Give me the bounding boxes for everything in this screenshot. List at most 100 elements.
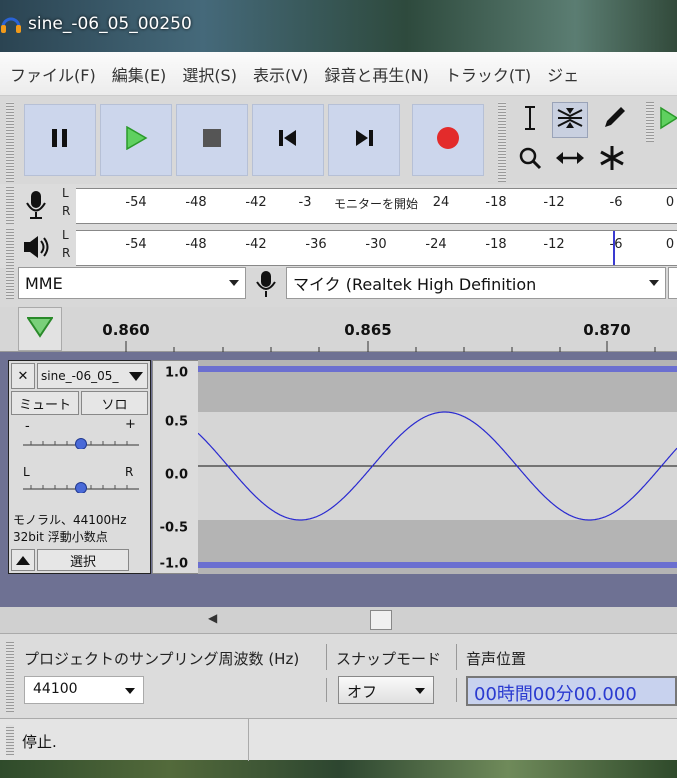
track-name: sine_-06_05_ [41, 369, 119, 383]
amplitude-label: -0.5 [159, 520, 188, 536]
track-name-menu[interactable]: sine_-06_05_ [37, 363, 148, 389]
pause-button[interactable] [24, 104, 96, 176]
status-bar: 停止. [0, 718, 677, 761]
timeline-ruler[interactable]: 0.860 0.865 0.870 [0, 307, 677, 352]
playback-meter-scale[interactable]: -54 -48 -42 -36 -30 -24 -18 -12 -6 0 [76, 230, 677, 266]
multi-tool-icon [598, 144, 626, 176]
record-button[interactable] [412, 104, 484, 176]
vertical-ruler[interactable]: 1.0 0.5 0.0 -0.5 -1.0 [152, 360, 199, 574]
title-bar: sine_-06_05_00250 [0, 6, 192, 42]
chevron-down-icon [129, 372, 143, 381]
meter-right-label: R [62, 246, 71, 260]
play-at-speed-button[interactable] [656, 102, 677, 138]
meter-tick: -30 [365, 237, 387, 252]
pan-left-label: L [23, 465, 30, 479]
meter-tick: -12 [543, 237, 565, 252]
meter-left-label: L [62, 228, 69, 242]
menu-file[interactable]: ファイル(F) [10, 62, 96, 86]
host-select[interactable]: MME [18, 267, 246, 299]
audacity-logo-icon [0, 13, 22, 35]
meter-left-label: L [62, 186, 69, 200]
selection-tool-button[interactable] [512, 102, 548, 138]
record-icon [436, 126, 460, 154]
play-button[interactable] [100, 104, 172, 176]
scroll-left-icon[interactable]: ◀ [208, 611, 217, 625]
selection-tool-icon [520, 105, 540, 135]
menu-bar: ファイル(F) 編集(E) 選択(S) 表示(V) 録音と再生(N) トラック(… [0, 52, 677, 96]
meter-tick: -12 [543, 195, 565, 210]
meter-tick: -24 [425, 237, 447, 252]
envelope-tool-icon [556, 104, 584, 136]
pause-icon [50, 128, 70, 152]
mute-button[interactable]: ミュート [11, 391, 79, 415]
horizontal-scrollbar[interactable]: ◀ [0, 607, 677, 633]
envelope-tool-button[interactable] [552, 102, 588, 138]
close-track-button[interactable]: ✕ [11, 363, 35, 389]
zoom-tool-icon [518, 146, 542, 174]
menu-view[interactable]: 表示(V) [253, 62, 308, 86]
record-meter-scale[interactable]: -54 -48 -42 -3 モニターを開始 24 -18 -12 -6 0 [76, 188, 677, 224]
meter-tick: -18 [485, 237, 507, 252]
menu-generate[interactable]: ジェ [547, 62, 579, 86]
chevron-down-icon [125, 688, 135, 694]
meter-right-label: R [62, 204, 71, 218]
close-icon: ✕ [17, 368, 29, 384]
select-track-button[interactable]: 選択 [37, 549, 129, 571]
ruler-tick-label: 0.865 [344, 321, 392, 339]
pan-right-label: R [125, 465, 134, 479]
toolbar-grip[interactable] [6, 102, 14, 182]
microphone-icon [254, 270, 278, 302]
chevron-down-icon [415, 688, 425, 694]
divider [326, 644, 327, 670]
selection-toolbar-grip[interactable] [6, 642, 14, 712]
timeshift-tool-button[interactable] [552, 142, 588, 178]
audio-position-display[interactable]: 00時間00分00.000 [466, 676, 677, 706]
project-rate-select[interactable]: 44100 [24, 676, 144, 704]
input-device-select[interactable]: マイク (Realtek High Definition [286, 267, 666, 299]
meter-tick: -18 [485, 195, 507, 210]
solo-button[interactable]: ソロ [81, 391, 148, 415]
amplitude-label: -1.0 [159, 556, 188, 572]
waveform-display[interactable] [197, 360, 677, 574]
play-at-speed-grip[interactable] [646, 102, 654, 142]
pan-slider[interactable] [23, 479, 139, 494]
divider [456, 678, 457, 702]
scrollbar-thumb[interactable] [370, 610, 392, 630]
microphone-icon[interactable] [24, 190, 48, 224]
multi-tool-button[interactable] [594, 142, 630, 178]
snap-mode-select[interactable]: オフ [338, 676, 434, 704]
menu-transport[interactable]: 録音と再生(N) [324, 62, 428, 86]
channels-select[interactable] [668, 267, 677, 299]
track-sample-format: 32bit 浮動小数点 [13, 530, 108, 544]
zoom-tool-button[interactable] [512, 142, 548, 178]
track-area: ✕ sine_-06_05_ ミュート ソロ - + L R モノラル、4410… [0, 352, 677, 607]
chevron-down-icon [649, 280, 659, 286]
device-grip[interactable] [6, 267, 14, 299]
tools-grip[interactable] [498, 102, 506, 182]
stop-button[interactable] [176, 104, 248, 176]
meter-tick: -54 [125, 237, 147, 252]
menu-edit[interactable]: 編集(E) [112, 62, 167, 86]
amplitude-label: 1.0 [164, 365, 188, 381]
meter-tick: -48 [185, 195, 207, 210]
ruler-tick-label: 0.860 [102, 321, 150, 339]
meter-tick: -6 [609, 195, 623, 210]
meter-grip[interactable] [6, 228, 14, 266]
skip-to-end-button[interactable] [328, 104, 400, 176]
host-select-value: MME [25, 273, 63, 293]
gain-slider[interactable] [23, 435, 139, 450]
start-monitoring-hint[interactable]: モニターを開始 [333, 195, 419, 212]
input-device-value: マイク (Realtek High Definition [293, 275, 537, 294]
meter-grip[interactable] [6, 186, 14, 224]
speaker-icon[interactable] [22, 234, 50, 264]
selection-toolbar: プロジェクトのサンプリング周波数 (Hz) 44100 スナップモード オフ 音… [0, 633, 677, 718]
menu-select[interactable]: 選択(S) [182, 62, 237, 86]
select-track-label: 選択 [69, 554, 96, 570]
draw-tool-button[interactable] [596, 102, 632, 138]
collapse-track-button[interactable] [11, 549, 35, 571]
menu-tracks[interactable]: トラック(T) [445, 62, 531, 86]
meter-tick: -48 [185, 237, 207, 252]
snap-mode-value: オフ [347, 683, 378, 701]
skip-to-start-button[interactable] [252, 104, 324, 176]
play-icon [657, 105, 677, 135]
